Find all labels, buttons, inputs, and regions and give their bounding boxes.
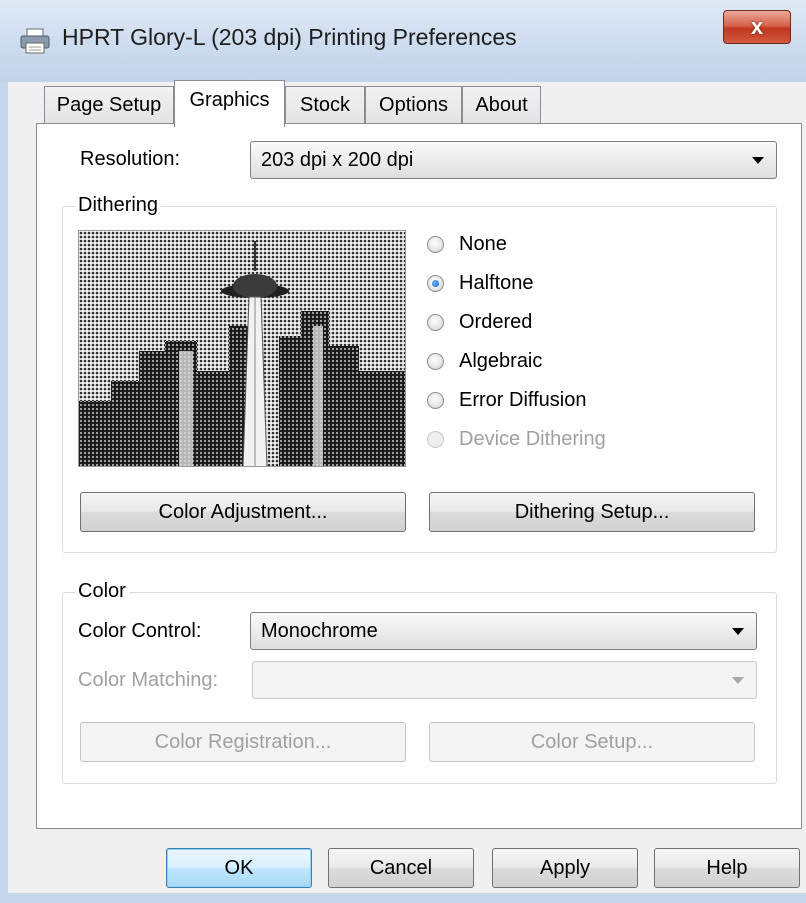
resolution-value: 203 dpi x 200 dpi <box>261 149 414 171</box>
color-group-title: Color <box>75 580 129 603</box>
radio-algebraic-label: Algebraic <box>459 350 543 372</box>
color-control-label: Color Control: <box>78 620 202 642</box>
radio-none-label: None <box>459 233 507 255</box>
color-adjustment-button[interactable]: Color Adjustment... <box>80 492 406 532</box>
radio-device-dithering[interactable] <box>427 431 444 448</box>
window-border-bottom <box>0 893 806 903</box>
color-registration-button[interactable]: Color Registration... <box>80 722 406 762</box>
tab-page-setup[interactable]: Page Setup <box>44 86 174 124</box>
tab-graphics[interactable]: Graphics <box>174 80 285 127</box>
close-button[interactable]: x <box>723 10 791 44</box>
radio-error-diffusion[interactable] <box>427 392 444 409</box>
tab-stock[interactable]: Stock <box>285 86 365 124</box>
resolution-label: Resolution: <box>80 148 181 170</box>
apply-button[interactable]: Apply <box>492 848 638 888</box>
tab-about[interactable]: About <box>462 86 541 124</box>
tab-options[interactable]: Options <box>365 86 462 124</box>
radio-halftone[interactable] <box>427 275 444 292</box>
radio-device-dithering-label: Device Dithering <box>459 428 606 450</box>
radio-none[interactable] <box>427 236 444 253</box>
radio-algebraic[interactable] <box>427 353 444 370</box>
help-button[interactable]: Help <box>654 848 800 888</box>
window-border-left <box>0 82 8 903</box>
chevron-down-icon <box>732 628 744 635</box>
ok-button[interactable]: OK <box>166 848 312 888</box>
chevron-down-icon <box>732 677 744 684</box>
color-matching-label: Color Matching: <box>78 669 219 691</box>
color-control-value: Monochrome <box>261 620 378 642</box>
window-title: HPRT Glory-L (203 dpi) Printing Preferen… <box>62 24 517 50</box>
chevron-down-icon <box>752 157 764 164</box>
close-icon: x <box>750 14 764 39</box>
color-matching-dropdown[interactable] <box>252 661 757 699</box>
resolution-dropdown[interactable]: 203 dpi x 200 dpi <box>250 141 777 179</box>
cancel-button[interactable]: Cancel <box>328 848 474 888</box>
printer-icon <box>20 28 50 54</box>
dithering-preview-image <box>78 230 406 467</box>
color-control-dropdown[interactable]: Monochrome <box>250 612 757 650</box>
color-setup-button[interactable]: Color Setup... <box>429 722 755 762</box>
radio-halftone-label: Halftone <box>459 272 534 294</box>
dithering-setup-button[interactable]: Dithering Setup... <box>429 492 755 532</box>
dithering-group-title: Dithering <box>75 194 162 217</box>
radio-ordered-label: Ordered <box>459 311 533 333</box>
radio-error-diffusion-label: Error Diffusion <box>459 389 587 411</box>
radio-ordered[interactable] <box>427 314 444 331</box>
